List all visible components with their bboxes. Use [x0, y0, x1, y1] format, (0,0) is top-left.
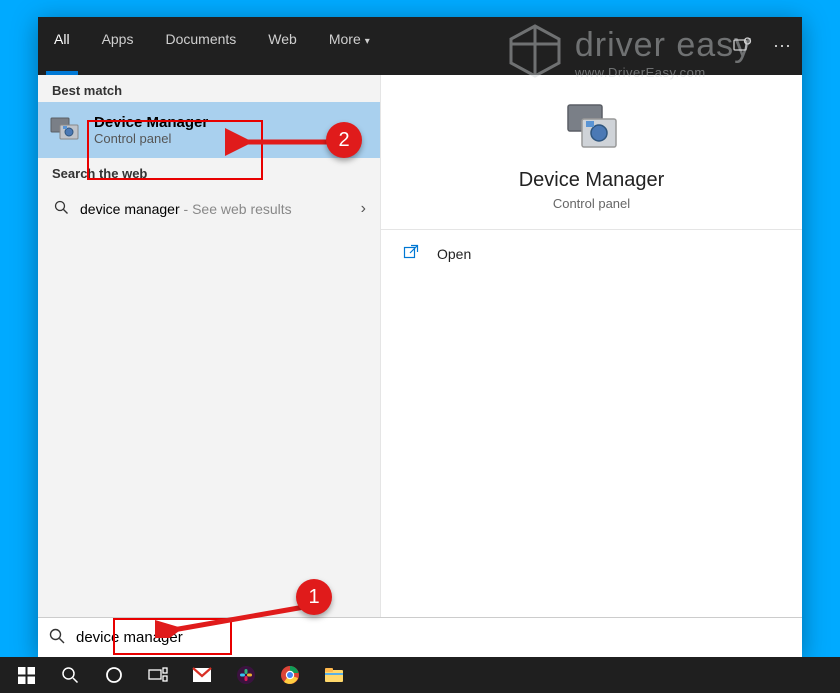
results-pane: Best match Device Manager Control panel …: [38, 75, 381, 635]
taskbar-app-gmail[interactable]: [180, 657, 224, 693]
web-result-text: device manager - See web results: [80, 201, 351, 217]
chevron-down-icon: ▾: [365, 36, 370, 47]
annotation-step-2: 2: [326, 122, 362, 158]
taskbar-search-icon[interactable]: [48, 657, 92, 693]
tab-label: All: [54, 31, 70, 47]
taskbar-app-explorer[interactable]: [312, 657, 356, 693]
details-subtitle: Control panel: [553, 196, 630, 211]
taskbar-app-chrome[interactable]: [268, 657, 312, 693]
tab-label: Documents: [165, 31, 236, 47]
taskbar: [0, 657, 840, 693]
chevron-right-icon: ›: [361, 200, 366, 218]
tab-label: Apps: [102, 31, 134, 47]
tab-documents[interactable]: Documents: [149, 17, 252, 75]
open-icon: [403, 244, 421, 263]
tab-label: More: [329, 31, 361, 47]
search-input[interactable]: [76, 629, 802, 646]
filter-tabs: All Apps Documents Web More ▾: [38, 17, 386, 75]
start-button[interactable]: [4, 657, 48, 693]
tab-label: Web: [268, 31, 297, 47]
search-web-label: Search the web: [38, 158, 380, 185]
tab-web[interactable]: Web: [252, 17, 313, 75]
more-icon[interactable]: ⋯: [762, 17, 802, 75]
search-header: All Apps Documents Web More ▾ ⋯: [38, 17, 802, 75]
details-pane: Device Manager Control panel Open: [381, 75, 802, 635]
tab-apps[interactable]: Apps: [86, 17, 150, 75]
search-icon: [38, 628, 76, 648]
device-manager-icon: [50, 115, 80, 145]
result-title: Device Manager: [94, 114, 208, 131]
result-subtitle: Control panel: [94, 131, 208, 146]
feedback-icon[interactable]: [722, 17, 762, 75]
action-label: Open: [437, 246, 471, 262]
action-open[interactable]: Open: [381, 230, 802, 277]
device-manager-icon: [564, 103, 620, 155]
search-bar[interactable]: [38, 617, 802, 657]
cortana-icon[interactable]: [92, 657, 136, 693]
best-match-label: Best match: [38, 75, 380, 102]
search-icon: [52, 200, 70, 218]
task-view-icon[interactable]: [136, 657, 180, 693]
tab-more[interactable]: More ▾: [313, 17, 386, 75]
taskbar-app-slack[interactable]: [224, 657, 268, 693]
details-title: Device Manager: [519, 169, 665, 192]
annotation-step-1: 1: [296, 579, 332, 615]
web-result[interactable]: device manager - See web results ›: [38, 185, 380, 233]
tab-all[interactable]: All: [38, 17, 86, 75]
